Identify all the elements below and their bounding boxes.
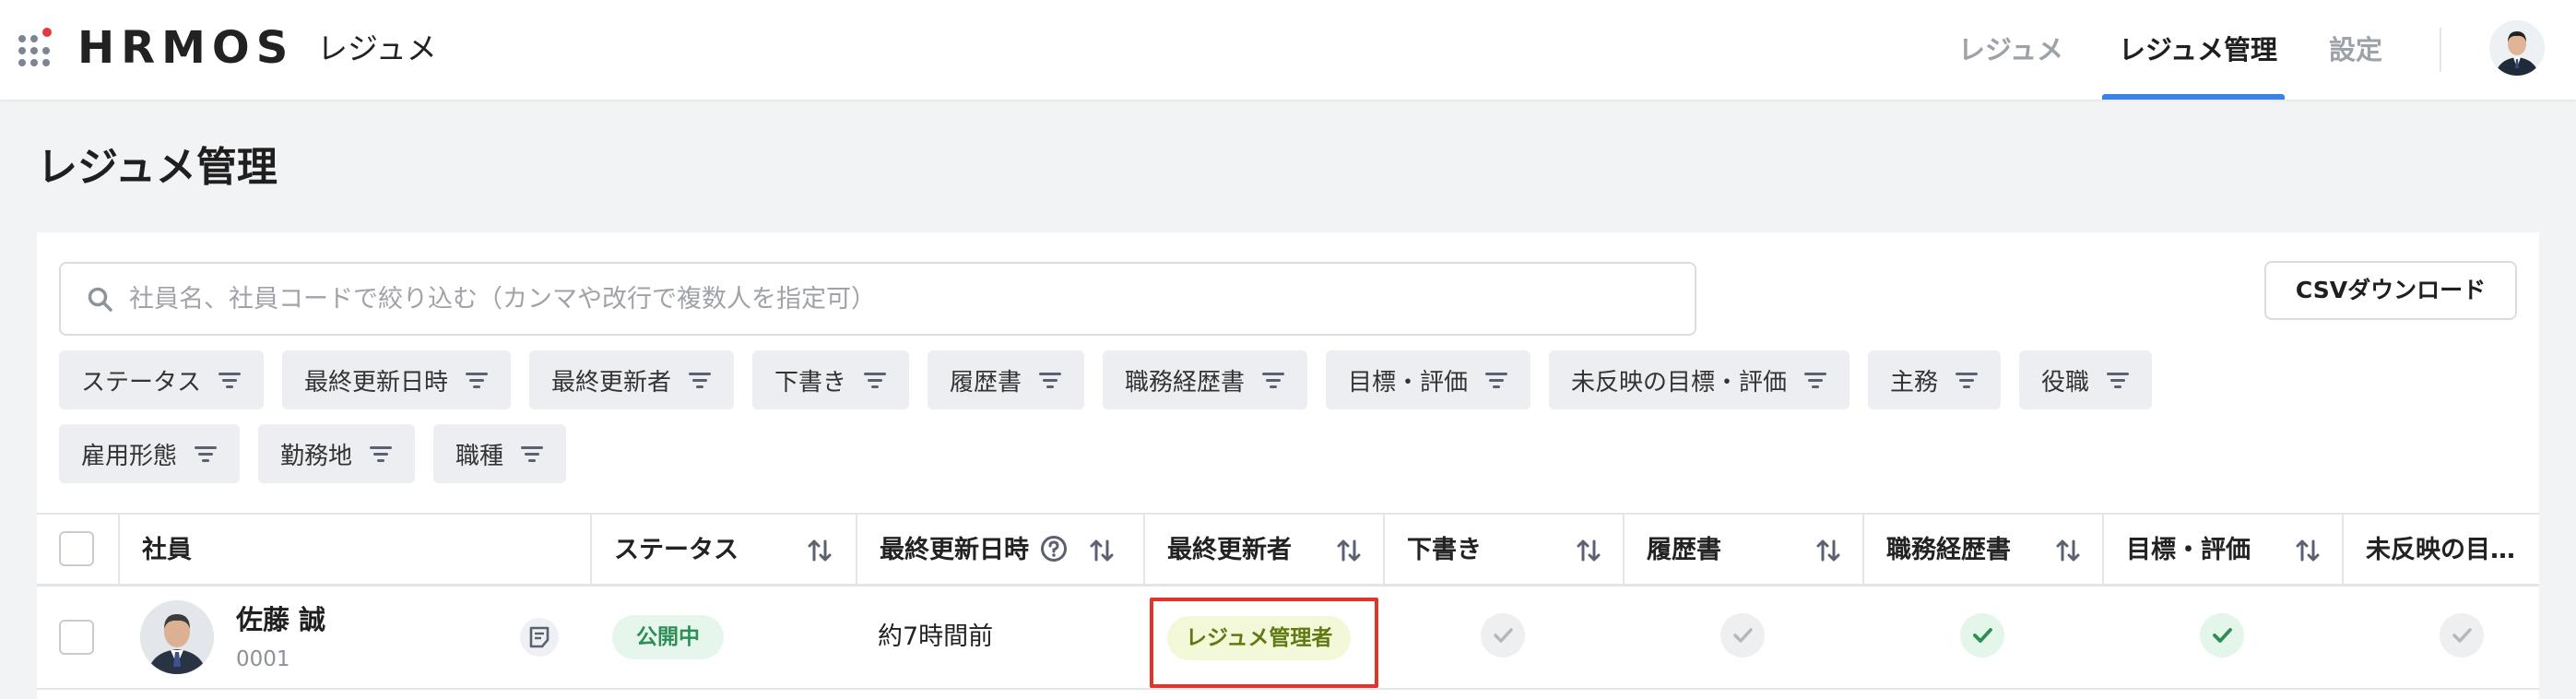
help-icon[interactable] [1040, 535, 1068, 563]
search-icon [88, 287, 112, 312]
hrmos-logo[interactable]: HRMOS [77, 20, 294, 76]
filter-icon [2106, 371, 2130, 389]
filter-icon [1261, 371, 1285, 389]
col-status[interactable]: ステータス [590, 515, 856, 586]
app-switcher-icon[interactable] [18, 28, 55, 66]
filter-icon [520, 444, 544, 463]
unreflected-check-icon [2440, 613, 2484, 658]
col-goal-evaluation[interactable]: 目標・評価 [2102, 515, 2342, 586]
filter-icon [194, 444, 218, 463]
career-check-icon [1960, 613, 2004, 658]
resume-check-icon [1720, 613, 1765, 658]
col-resume[interactable]: 履歴書 [1623, 515, 1862, 586]
filter-status[interactable]: ステータス [59, 350, 265, 409]
top-bar: HRMOS レジュメ レジュメ レジュメ管理 設定 [0, 0, 2576, 100]
filter-icon [1038, 371, 1062, 389]
sort-icon[interactable] [2054, 537, 2082, 564]
nav-resume-management[interactable]: レジュメ管理 [2119, 30, 2277, 70]
sort-icon[interactable] [1814, 537, 1842, 564]
row-checkbox[interactable] [59, 620, 94, 655]
filter-icon [863, 371, 887, 389]
filter-career-history[interactable]: 職務経歴書 [1103, 350, 1308, 409]
filter-work-location[interactable]: 勤務地 [258, 424, 416, 483]
filter-icon [688, 371, 712, 389]
employee-code: 0001 [236, 647, 290, 671]
filter-last-updated[interactable]: 最終更新日時 [282, 350, 512, 409]
employee-name[interactable]: 佐藤 誠 [236, 599, 325, 640]
nav-resume[interactable]: レジュメ [1958, 30, 2063, 70]
active-nav-indicator [2102, 94, 2285, 100]
filter-icon [465, 371, 489, 389]
filter-icon [1484, 371, 1508, 389]
filter-icon [1803, 371, 1827, 389]
filter-icon [369, 444, 393, 463]
col-draft[interactable]: 下書き [1383, 515, 1623, 586]
filter-resume[interactable]: 履歴書 [928, 350, 1085, 409]
employee-table: 社員 ステータス 最終更新日時 最終更新者 下書き 履歴書 職務経歴書 目標・評… [37, 513, 2539, 699]
filter-main-duty[interactable]: 主務 [1868, 350, 2002, 409]
filter-unreflected-goal[interactable]: 未反映の目標・評価 [1549, 350, 1850, 409]
filter-job-type[interactable]: 職種 [433, 424, 567, 483]
draft-check-icon [1481, 613, 1525, 658]
col-career-history[interactable]: 職務経歴書 [1862, 515, 2102, 586]
col-employee: 社員 [118, 515, 629, 586]
nav-divider [2440, 28, 2441, 72]
product-name: レジュメ [317, 30, 437, 66]
sort-icon[interactable] [1088, 537, 1116, 564]
filter-goal-evaluation[interactable]: 目標・評価 [1326, 350, 1531, 409]
table-row[interactable]: 佐藤 誠 0001 公開中 約7時間前 レジュメ管理者 [37, 586, 2539, 690]
filter-employment-type[interactable]: 雇用形態 [59, 424, 241, 483]
sort-icon[interactable] [806, 537, 833, 564]
col-last-updated-by[interactable]: 最終更新者 [1143, 515, 1383, 586]
last-updated-text: 約7時間前 [878, 622, 994, 651]
sort-icon[interactable] [1575, 537, 1602, 564]
col-unreflected-goal[interactable]: 未反映の目… [2342, 515, 2539, 586]
memo-icon[interactable] [520, 618, 559, 657]
filter-last-updated-by[interactable]: 最終更新者 [529, 350, 735, 409]
resume-list-card: 社員名、社員コードで絞り込む（カンマや改行で複数人を指定可） CSVダウンロード… [37, 232, 2539, 699]
nav-settings[interactable]: 設定 [2329, 30, 2382, 70]
page-title: レジュメ管理 [37, 144, 278, 191]
updated-by-badge: レジュメ管理者 [1167, 616, 1352, 660]
filter-icon [218, 371, 242, 389]
sort-icon[interactable] [1335, 537, 1363, 564]
filter-draft[interactable]: 下書き [752, 350, 910, 409]
search-input[interactable]: 社員名、社員コードで絞り込む（カンマや改行で複数人を指定可） [59, 262, 1696, 336]
goal-check-icon [2200, 613, 2244, 658]
employee-photo [140, 600, 214, 674]
user-avatar[interactable] [2489, 20, 2545, 76]
filter-icon [1955, 371, 1979, 389]
filter-position[interactable]: 役職 [2019, 350, 2153, 409]
col-last-updated[interactable]: 最終更新日時 [856, 515, 1143, 586]
table-header: 社員 ステータス 最終更新日時 最終更新者 下書き 履歴書 職務経歴書 目標・評… [37, 513, 2539, 586]
sort-icon[interactable] [2294, 537, 2322, 564]
select-all-checkbox[interactable] [59, 531, 94, 566]
csv-download-button[interactable]: CSVダウンロード [2264, 261, 2517, 320]
search-placeholder: 社員名、社員コードで絞り込む（カンマや改行で複数人を指定可） [129, 285, 876, 314]
status-badge: 公開中 [612, 615, 724, 659]
